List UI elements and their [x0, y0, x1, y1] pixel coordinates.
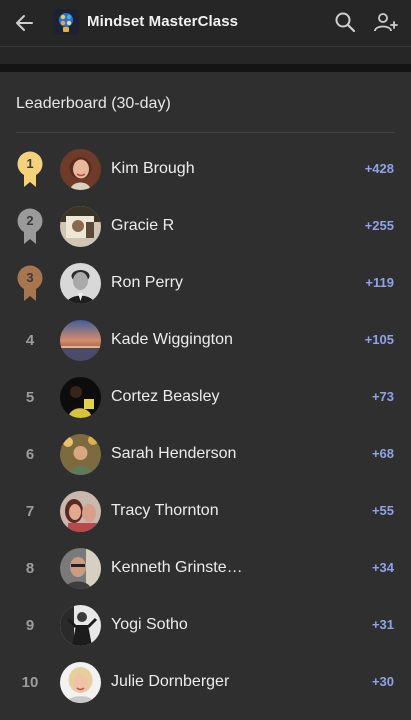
back-arrow-icon — [16, 15, 33, 31]
points-value: +31 — [371, 617, 394, 632]
avatar[interactable] — [60, 149, 101, 190]
member-name[interactable]: Kade Wiggington — [111, 331, 233, 349]
points-value: +105 — [364, 332, 394, 347]
points-value: +119 — [365, 275, 394, 290]
leaderboard-title: Leaderboard (30-day) — [16, 95, 171, 112]
points-value: +30 — [371, 674, 394, 689]
silver-medal-icon: 2 — [16, 208, 44, 246]
member-name[interactable]: Kenneth Grinste… — [111, 559, 243, 577]
divider — [16, 132, 394, 133]
rank-number: 7 — [25, 503, 35, 520]
rank-number: 8 — [25, 560, 35, 577]
points-value: +428 — [364, 161, 394, 176]
add-person-icon — [374, 13, 398, 32]
leaderboard-row[interactable]: 7 Tracy Thornton +55 — [0, 483, 411, 540]
leaderboard-row[interactable]: 10 Julie Dornberger +30 — [0, 654, 411, 711]
search-icon — [335, 12, 356, 33]
app-title: Mindset MasterClass — [87, 13, 239, 30]
leaderboard-row[interactable]: 2 Gracie R +255 — [0, 198, 411, 255]
rank-badge: 6 — [14, 426, 46, 483]
member-name[interactable]: Ron Perry — [111, 274, 183, 292]
divider — [0, 64, 411, 72]
member-name[interactable]: Kim Brough — [111, 160, 195, 178]
rank-badge: 9 — [14, 597, 46, 654]
avatar[interactable] — [60, 434, 101, 475]
rank-badge: 1 — [14, 141, 46, 198]
leaderboard-row[interactable]: 8 Kenneth Grinste… +34 — [0, 540, 411, 597]
leaderboard-row[interactable]: 3 Ron Perry +119 — [0, 255, 411, 312]
back-button[interactable] — [12, 11, 38, 35]
avatar[interactable] — [60, 320, 101, 361]
points-value: +68 — [371, 446, 394, 461]
rank-badge: 8 — [14, 540, 46, 597]
rank-badge: 2 — [14, 198, 46, 255]
avatar[interactable] — [60, 206, 101, 247]
rank-number: 3 — [26, 269, 34, 285]
rank-badge: 10 — [14, 654, 46, 711]
leaderboard-row[interactable]: 4 Kade Wiggington +105 — [0, 312, 411, 369]
avatar[interactable] — [60, 491, 101, 532]
leaderboard-row[interactable]: 1 Kim Brough +428 — [0, 141, 411, 198]
bronze-medal-icon: 3 — [16, 265, 44, 303]
rank-badge: 4 — [14, 312, 46, 369]
rank-number: 4 — [25, 332, 35, 349]
rank-number: 1 — [26, 155, 34, 171]
leaderboard-row[interactable]: 6 Sarah Henderson +68 — [0, 426, 411, 483]
member-name[interactable]: Julie Dornberger — [111, 673, 229, 691]
rank-number: 10 — [21, 674, 39, 691]
gold-medal-icon: 1 — [16, 151, 44, 189]
app-bar: Mindset MasterClass — [0, 0, 411, 47]
header-strip — [0, 47, 411, 64]
avatar[interactable] — [60, 605, 101, 646]
avatar[interactable] — [60, 377, 101, 418]
points-value: +55 — [371, 503, 394, 518]
leaderboard-panel: Leaderboard (30-day) 1 Kim Brough +428 2… — [0, 72, 411, 720]
member-name[interactable]: Gracie R — [111, 217, 174, 235]
rank-number: 2 — [26, 212, 34, 228]
member-name[interactable]: Tracy Thornton — [111, 502, 219, 520]
app-logo-icon — [53, 9, 79, 35]
member-name[interactable]: Yogi Sotho — [111, 616, 188, 634]
rank-number: 9 — [25, 617, 35, 634]
leaderboard-row[interactable]: 5 Cortez Beasley +73 — [0, 369, 411, 426]
member-name[interactable]: Cortez Beasley — [111, 388, 220, 406]
rank-badge: 3 — [14, 255, 46, 312]
member-name[interactable]: Sarah Henderson — [111, 445, 236, 463]
points-value: +255 — [364, 218, 394, 233]
rank-number: 6 — [25, 446, 35, 463]
avatar[interactable] — [60, 263, 101, 304]
points-value: +34 — [371, 560, 394, 575]
rank-number: 5 — [25, 389, 35, 406]
rank-badge: 5 — [14, 369, 46, 426]
avatar[interactable] — [60, 548, 101, 589]
avatar[interactable] — [60, 662, 101, 703]
rank-badge: 7 — [14, 483, 46, 540]
add-member-button[interactable] — [373, 10, 399, 34]
leaderboard-row[interactable]: 9 Yogi Sotho +31 — [0, 597, 411, 654]
points-value: +73 — [371, 389, 394, 404]
search-button[interactable] — [333, 10, 357, 34]
